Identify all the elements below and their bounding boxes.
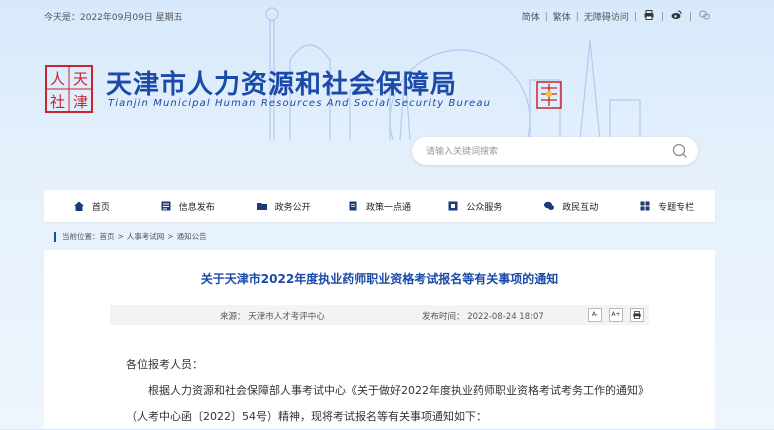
printer-icon[interactable] [644, 10, 654, 23]
nav-item-gov-affairs[interactable]: 政务公开 [236, 190, 332, 222]
nav-item-public-service[interactable]: 公众服务 [427, 190, 523, 222]
nav-item-interaction[interactable]: 政民互动 [523, 190, 619, 222]
nav-item-label: 首页 [91, 202, 110, 213]
bureau-seal-logo[interactable]: 人 天 社 津 [45, 65, 93, 113]
separator: | [575, 11, 579, 22]
nav-item-info[interactable]: 信息发布 [140, 190, 236, 222]
grid-icon [640, 201, 650, 211]
accessibility-link[interactable]: 无障碍访问 [584, 10, 629, 23]
home-icon [73, 201, 84, 211]
article-panel: 关于天津市2022年度执业药师职业资格考试报名等有关事项的通知 来源： 天津市人… [44, 250, 715, 429]
nav-item-special-topics[interactable]: 专题专栏 [619, 190, 715, 222]
site-title[interactable]: 天津市人力资源和社会保障局 [106, 64, 457, 101]
seal-char: 社 [50, 93, 65, 111]
search-input[interactable] [424, 143, 658, 161]
main-nav: 首页 信息发布 政务公开 政策一点通 公众服务 政民互动 专题专栏 [44, 190, 715, 222]
separator: | [660, 11, 664, 22]
nav-item-policy[interactable]: 政策一点通 [332, 190, 428, 222]
breadcrumb-prefix: 当前位置： [62, 232, 100, 241]
article-salutation: 各位报考人员： [126, 358, 203, 371]
printer-icon [633, 311, 641, 319]
separator: | [544, 11, 548, 22]
breadcrumb-exam-site[interactable]: 人事考试网 [127, 231, 165, 242]
top-bar: 今天是：2022年09月09日 星期五 简体 | 繁体 | 无障碍访问 | | … [0, 0, 774, 32]
article-meta: 来源： 天津市人才考评中心 发布时间： 2022-08-24 18:07 A- … [110, 305, 649, 325]
breadcrumb-home[interactable]: 首页 [100, 231, 115, 242]
article-title: 关于天津市2022年度执业药师职业资格考试报名等有关事项的通知 [200, 272, 559, 286]
breadcrumb-separator: > [167, 232, 174, 241]
print-button[interactable] [630, 308, 644, 322]
info-icon [161, 201, 171, 211]
traditional-chinese-link[interactable]: 繁体 [553, 10, 571, 23]
separator: | [633, 11, 637, 22]
breadcrumb-marker [54, 231, 56, 242]
breadcrumb-notices[interactable]: 通知公告 [177, 231, 207, 242]
separator: | [688, 11, 692, 22]
nav-item-label: 政务公开 [274, 202, 311, 213]
party-emblem-icon [536, 81, 562, 109]
top-links: 简体 | 繁体 | 无障碍访问 | | | [522, 10, 712, 23]
folder-icon [256, 203, 267, 210]
site-title-english: Tianjin Municipal Human Resources And So… [108, 98, 492, 109]
document-icon [349, 201, 357, 211]
font-decrease-button[interactable]: A- [588, 308, 602, 322]
weibo-icon[interactable] [671, 10, 682, 23]
search-icon[interactable] [672, 143, 688, 159]
seal-char: 津 [73, 93, 88, 111]
nav-item-label: 政民互动 [562, 202, 599, 213]
service-icon [448, 201, 458, 211]
article-paragraph: 根据人力资源和社会保障部人事考试中心《关于做好2022年度执业药师职业资格考试考… [126, 384, 644, 423]
nav-item-label: 专题专栏 [658, 202, 695, 213]
font-increase-button[interactable]: A+ [609, 308, 623, 322]
current-date: 今天是：2022年09月09日 星期五 [44, 13, 183, 23]
seal-char: 人 [50, 70, 65, 88]
nav-item-label: 信息发布 [178, 202, 215, 213]
nav-item-label: 政策一点通 [366, 202, 412, 213]
seal-char: 天 [73, 70, 88, 88]
breadcrumb: 当前位置： 首页 > 人事考试网 > 通知公告 [54, 231, 207, 242]
chat-icon [544, 201, 555, 210]
wechat-icon[interactable] [699, 10, 710, 23]
article-source: 来源： 天津市人才考评中心 [220, 312, 325, 322]
simplified-chinese-link[interactable]: 简体 [522, 10, 540, 23]
nav-item-label: 公众服务 [466, 202, 503, 213]
article-body: 各位报考人员： 根据人力资源和社会保障部人事考试中心《关于做好2022年度执业药… [126, 352, 646, 430]
breadcrumb-separator: > [117, 232, 124, 241]
search-box [412, 137, 698, 165]
article-publish-time: 发布时间： 2022-08-24 18:07 [422, 312, 544, 322]
nav-item-home[interactable]: 首页 [44, 190, 140, 222]
